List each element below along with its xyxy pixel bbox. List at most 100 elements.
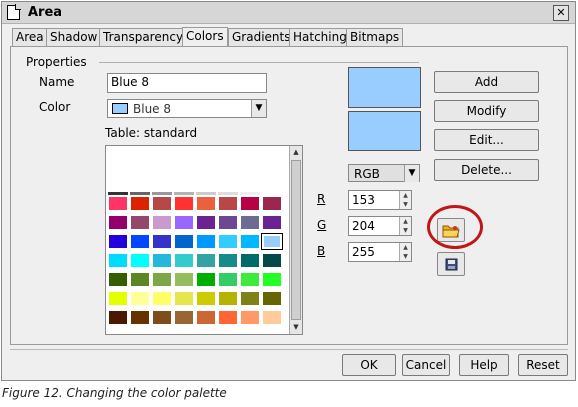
palette-swatch-partial[interactable]	[152, 192, 172, 195]
palette-swatch[interactable]	[262, 196, 282, 211]
palette-swatch[interactable]	[218, 253, 238, 268]
palette-swatch[interactable]	[218, 291, 238, 306]
palette-swatch[interactable]	[218, 215, 238, 230]
palette-swatch[interactable]	[152, 215, 172, 230]
palette-swatch[interactable]	[262, 272, 282, 287]
footer-divider	[10, 349, 568, 350]
palette-swatch[interactable]	[262, 291, 282, 306]
g-spin-arrows[interactable]: ▲ ▼	[399, 217, 411, 235]
palette-swatch[interactable]	[196, 291, 216, 306]
title-bar[interactable]: Area ✕	[2, 2, 575, 24]
color-palette[interactable]: ▲ ▼	[105, 145, 303, 335]
scroll-down-arrow-icon[interactable]: ▼	[290, 321, 302, 333]
palette-swatch-partial[interactable]	[130, 192, 150, 195]
color-dropdown[interactable]: Blue 8 ▼	[107, 99, 267, 118]
palette-swatch[interactable]	[262, 253, 282, 268]
palette-swatch[interactable]	[240, 272, 260, 287]
palette-swatch[interactable]	[240, 291, 260, 306]
chevron-down-icon[interactable]: ▼	[251, 100, 266, 117]
tab-hatching[interactable]: Hatching	[289, 28, 351, 47]
palette-swatch-partial[interactable]	[196, 192, 216, 195]
color-model-dropdown[interactable]: RGB ▼	[348, 164, 420, 182]
b-spinbox[interactable]: 255 ▲ ▼	[348, 242, 412, 262]
palette-swatch[interactable]	[218, 272, 238, 287]
modify-button[interactable]: Modify	[434, 100, 539, 122]
palette-swatch[interactable]	[174, 310, 194, 325]
palette-swatch[interactable]	[196, 272, 216, 287]
palette-swatch[interactable]	[261, 233, 283, 250]
scrollbar-thumb[interactable]	[291, 160, 301, 320]
palette-swatch[interactable]	[262, 215, 282, 230]
palette-swatch[interactable]	[174, 291, 194, 306]
palette-swatch-partial[interactable]	[240, 192, 260, 195]
r-spin-arrows[interactable]: ▲ ▼	[399, 191, 411, 209]
ok-button[interactable]: OK	[342, 354, 396, 376]
palette-swatch[interactable]	[196, 196, 216, 211]
r-spinbox[interactable]: 153 ▲ ▼	[348, 190, 412, 210]
palette-swatch-partial[interactable]	[262, 192, 282, 195]
add-button[interactable]: Add	[434, 71, 539, 93]
palette-swatch[interactable]	[108, 310, 128, 325]
palette-swatch[interactable]	[240, 196, 260, 211]
chevron-down-icon[interactable]: ▼	[404, 165, 419, 182]
save-color-list-button[interactable]	[437, 252, 465, 276]
tab-transparency[interactable]: Transparency	[99, 28, 188, 47]
palette-swatch[interactable]	[218, 234, 238, 249]
palette-scrollbar[interactable]: ▲ ▼	[289, 146, 302, 334]
palette-swatch[interactable]	[174, 272, 194, 287]
palette-swatch[interactable]	[130, 234, 150, 249]
edit-button[interactable]: Edit...	[434, 129, 539, 151]
palette-swatch[interactable]	[152, 291, 172, 306]
palette-swatch[interactable]	[130, 253, 150, 268]
palette-swatch[interactable]	[196, 215, 216, 230]
palette-swatch[interactable]	[108, 215, 128, 230]
palette-swatch[interactable]	[108, 291, 128, 306]
palette-swatch[interactable]	[240, 253, 260, 268]
palette-swatch[interactable]	[240, 234, 260, 249]
palette-swatch[interactable]	[262, 310, 282, 325]
palette-swatch[interactable]	[152, 196, 172, 211]
palette-swatch-partial[interactable]	[108, 192, 128, 195]
help-button[interactable]: Help	[459, 354, 509, 376]
tab-colors[interactable]: Colors	[182, 27, 228, 47]
name-field[interactable]: Blue 8	[107, 73, 267, 93]
tab-area[interactable]: Area	[12, 28, 48, 47]
cancel-button[interactable]: Cancel	[402, 354, 450, 376]
delete-button[interactable]: Delete...	[434, 159, 539, 181]
tab-bitmaps[interactable]: Bitmaps	[346, 28, 404, 47]
palette-swatch[interactable]	[218, 196, 238, 211]
palette-swatch[interactable]	[130, 291, 150, 306]
palette-swatch[interactable]	[130, 215, 150, 230]
palette-swatch[interactable]	[108, 253, 128, 268]
palette-swatch-partial[interactable]	[174, 192, 194, 195]
palette-swatch[interactable]	[174, 253, 194, 268]
palette-swatch[interactable]	[196, 253, 216, 268]
palette-swatch[interactable]	[152, 310, 172, 325]
palette-swatch[interactable]	[108, 272, 128, 287]
tab-gradients[interactable]: Gradients	[228, 28, 295, 47]
reset-button[interactable]: Reset	[518, 354, 568, 376]
palette-swatch[interactable]	[174, 215, 194, 230]
scroll-up-arrow-icon[interactable]: ▲	[290, 146, 302, 158]
palette-swatch[interactable]	[218, 310, 238, 325]
palette-swatch-partial[interactable]	[218, 192, 238, 195]
palette-swatch[interactable]	[240, 310, 260, 325]
b-spin-arrows[interactable]: ▲ ▼	[399, 243, 411, 261]
palette-swatch[interactable]	[196, 310, 216, 325]
palette-swatch[interactable]	[130, 272, 150, 287]
tab-shadow[interactable]: Shadow	[46, 28, 102, 47]
palette-swatch[interactable]	[108, 234, 128, 249]
palette-swatch[interactable]	[108, 196, 128, 211]
palette-swatch[interactable]	[130, 310, 150, 325]
palette-swatch[interactable]	[152, 272, 172, 287]
document-icon	[7, 4, 21, 20]
close-button[interactable]: ✕	[553, 5, 569, 21]
palette-swatch[interactable]	[174, 234, 194, 249]
palette-swatch[interactable]	[130, 196, 150, 211]
palette-swatch[interactable]	[152, 253, 172, 268]
palette-swatch[interactable]	[240, 215, 260, 230]
palette-swatch[interactable]	[174, 196, 194, 211]
palette-swatch[interactable]	[196, 234, 216, 249]
g-spinbox[interactable]: 204 ▲ ▼	[348, 216, 412, 236]
palette-swatch[interactable]	[152, 234, 172, 249]
